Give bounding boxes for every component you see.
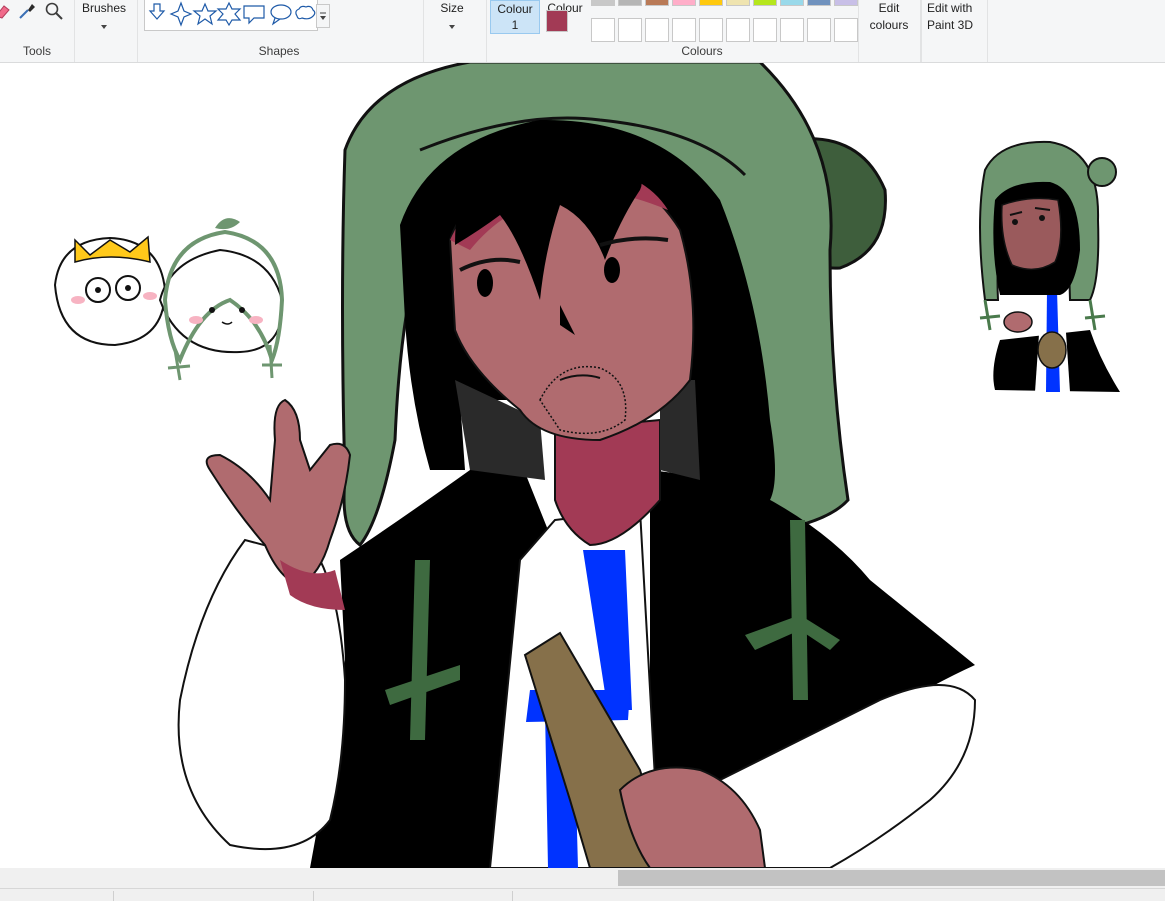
palette-swatch[interactable] (645, 18, 669, 42)
size-dropdown-arrow-icon[interactable] (447, 18, 457, 29)
callout-cloud-shape-icon (295, 5, 316, 20)
palette-swatch[interactable] (672, 18, 696, 42)
brushes-group: Brushes (75, 0, 138, 62)
palette-swatch[interactable] (726, 18, 750, 42)
brushes-dropdown-arrow-icon[interactable] (99, 18, 109, 29)
colours-group: Colour 1 Colour 2 Colours (487, 0, 921, 62)
colour1-button[interactable]: Colour 1 (490, 0, 540, 34)
star5-shape-icon (192, 2, 218, 26)
star6-shape-icon (216, 1, 242, 27)
canvas-artwork (53, 63, 1120, 868)
paint3d-line2: Paint 3D (927, 18, 974, 32)
horizontal-scrollbar[interactable] (0, 868, 1165, 888)
palette-swatch[interactable] (591, 0, 615, 6)
ribbon: Tools Brushes Shapes Size Colour 1 Colou… (0, 0, 1165, 63)
palette-swatch[interactable] (699, 0, 723, 6)
palette-swatch[interactable] (699, 18, 723, 42)
size-button[interactable]: Size (432, 0, 472, 17)
palette-swatch[interactable] (753, 0, 777, 6)
chibi-figure-doodle (979, 140, 1120, 392)
palette-swatch[interactable] (834, 18, 858, 42)
colour1-label-1: Colour (497, 2, 533, 16)
horizontal-scroll-thumb[interactable] (618, 870, 1165, 886)
palette-swatch[interactable] (753, 18, 777, 42)
colour-palette (591, 0, 871, 42)
color-picker-icon[interactable] (17, 1, 37, 21)
colour1-label-2: 1 (511, 18, 519, 32)
shapes-gallery[interactable] (144, 0, 318, 31)
palette-swatch[interactable] (591, 18, 615, 42)
edit-colours-line1: Edit (878, 1, 900, 15)
palette-swatch[interactable] (834, 0, 858, 6)
palette-swatch[interactable] (807, 18, 831, 42)
edit-colours-group: Edit colours (858, 0, 922, 62)
colour2-swatch[interactable] (546, 10, 568, 32)
tools-group: Tools (0, 0, 75, 62)
eraser-icon[interactable] (0, 2, 10, 20)
main-figure-drawing (177, 63, 977, 868)
palette-swatch[interactable] (672, 0, 696, 6)
edit-colours-line2: colours (869, 18, 909, 32)
callout-rect-shape-icon (243, 5, 265, 25)
shapes-more-icon[interactable] (316, 4, 330, 28)
magnifier-icon[interactable] (44, 1, 64, 21)
shapes-label: Shapes (258, 44, 300, 58)
colours-label: Colours (681, 44, 723, 58)
palette-swatch[interactable] (645, 0, 669, 6)
palette-swatch[interactable] (807, 0, 831, 6)
cat-hamster-doodle (53, 218, 285, 381)
shapes-group: Shapes (138, 0, 424, 62)
paint3d-line1: Edit with (927, 1, 973, 15)
brushes-button[interactable]: Brushes (75, 0, 133, 17)
arrow-down-shape-icon (148, 3, 166, 20)
palette-swatch[interactable] (618, 18, 642, 42)
tools-label: Tools (22, 44, 51, 58)
paint3d-group: Edit with Paint 3D (921, 0, 988, 62)
callout-oval-shape-icon (270, 4, 292, 20)
star4-shape-icon (169, 1, 193, 27)
edit-with-paint3d-button[interactable]: Edit with Paint 3D (921, 0, 989, 34)
size-group: Size (424, 0, 487, 62)
palette-swatch[interactable] (618, 0, 642, 6)
palette-swatch[interactable] (726, 0, 750, 6)
palette-swatch[interactable] (780, 0, 804, 6)
drawing-canvas[interactable] (0, 63, 1165, 868)
palette-swatch[interactable] (780, 18, 804, 42)
edit-colours-button[interactable]: Edit colours (859, 0, 919, 34)
status-bar (0, 888, 1165, 901)
